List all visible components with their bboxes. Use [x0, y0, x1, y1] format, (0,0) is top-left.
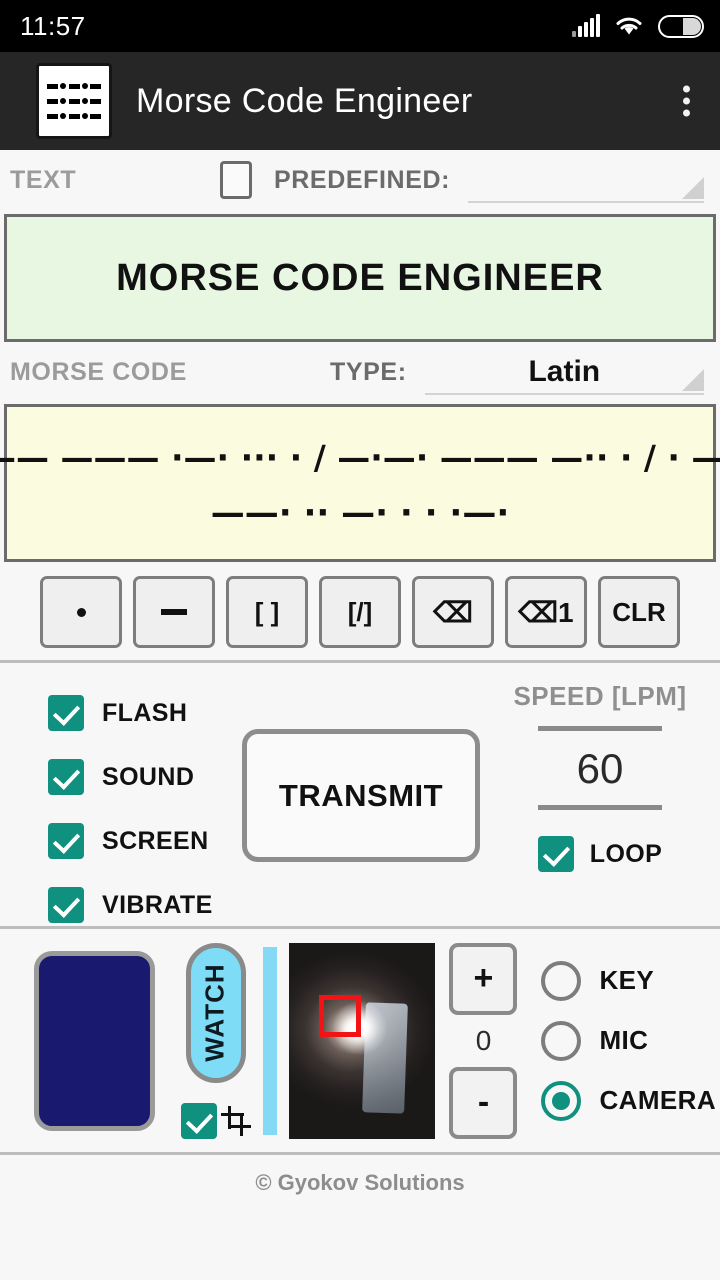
app-bar: Morse Code Engineer	[0, 52, 720, 150]
crop-row[interactable]	[180, 1102, 251, 1139]
vibrate-label: VIBRATE	[102, 890, 213, 919]
zoom-stepper: + 0 -	[449, 942, 518, 1139]
morse-line-1: —— ——— ·—· ··· · / —·—· ——— —·· · / · —·	[0, 437, 720, 477]
receiver-section: WATCH + 0 - KEY MIC CAMERA	[0, 929, 720, 1155]
key-label: KEY	[599, 965, 655, 995]
morse-grid-logo-icon	[36, 63, 112, 139]
crop-icon	[220, 1105, 251, 1136]
word-space-key[interactable]: [/]	[319, 576, 401, 648]
predefined-checkbox[interactable]	[220, 161, 252, 199]
transmit-area: TRANSMIT	[242, 675, 480, 916]
copyright-text: © Gyokov Solutions	[255, 1170, 465, 1195]
key-radio-row[interactable]: KEY	[541, 960, 716, 1001]
backspace-key[interactable]: ⌫	[412, 576, 494, 648]
morse-line-2: ——· ·· —· · · ·—·	[210, 493, 510, 533]
camera-radio-row[interactable]: CAMERA	[541, 1080, 716, 1121]
dash-key[interactable]	[133, 576, 215, 648]
type-spinner[interactable]: Latin	[424, 349, 704, 395]
sound-checkbox[interactable]	[48, 759, 84, 795]
text-label: TEXT	[10, 165, 77, 194]
speed-area: SPEED [LPM] 60 LOOP	[480, 675, 720, 916]
zoom-value: 0	[475, 1024, 492, 1056]
dot-key[interactable]	[40, 576, 122, 648]
screen-checkbox[interactable]	[48, 823, 84, 859]
text-input-box[interactable]: MORSE CODE ENGINEER	[4, 214, 716, 342]
predefined-spinner[interactable]	[468, 157, 704, 203]
dash-glyph-icon	[161, 609, 187, 615]
letter-space-key[interactable]: [ ]	[226, 576, 308, 648]
text-input-value: MORSE CODE ENGINEER	[116, 256, 604, 299]
zoom-decrease-button[interactable]: -	[449, 1066, 518, 1139]
flash-checkbox[interactable]	[48, 695, 84, 731]
transmit-button[interactable]: TRANSMIT	[242, 729, 480, 862]
status-clock: 11:57	[20, 10, 86, 41]
morse-keypad: [ ] [/] ⌫ ⌫1 CLR	[0, 562, 720, 663]
speed-value: 60	[576, 745, 624, 792]
speed-title: SPEED [LPM]	[513, 681, 687, 711]
overflow-menu-icon[interactable]	[675, 78, 698, 125]
camera-preview[interactable]	[289, 942, 436, 1139]
predefined-label: PREDEFINED:	[274, 165, 451, 194]
camera-label: CAMERA	[599, 1085, 716, 1115]
camera-selection-rect[interactable]	[319, 994, 362, 1037]
chevron-down-icon	[682, 177, 704, 199]
app-root: 11:57 Morse Code Engineer TEXT PREDEFINE…	[0, 0, 720, 1280]
loop-label: LOOP	[589, 839, 663, 868]
dot-glyph-icon	[76, 607, 86, 617]
loop-checkbox[interactable]	[537, 836, 574, 872]
watch-button[interactable]: WATCH	[185, 942, 246, 1083]
camera-radio[interactable]	[541, 1080, 582, 1121]
mic-label: MIC	[599, 1025, 649, 1055]
mic-radio[interactable]	[541, 1020, 582, 1061]
morse-row: MORSE CODE TYPE: Latin	[0, 342, 720, 402]
output-checkbox-group: FLASH SOUND SCREEN VIBRATE	[0, 675, 242, 923]
morse-code-box[interactable]: —— ——— ·—· ··· · / —·—· ——— —·· · / · —·…	[0, 404, 720, 562]
type-label: TYPE:	[330, 357, 407, 386]
type-value: Latin	[528, 355, 601, 388]
chevron-down-icon	[682, 369, 704, 391]
flash-label: FLASH	[102, 698, 188, 727]
flash-screen-panel[interactable]	[34, 950, 155, 1131]
watch-column: WATCH	[180, 942, 251, 1139]
zoom-increase-button[interactable]: +	[449, 942, 518, 1015]
screen-checkbox-row[interactable]: SCREEN	[48, 809, 242, 873]
status-icon-group	[572, 14, 704, 38]
watch-label: WATCH	[200, 963, 231, 1062]
vibrate-checkbox-row[interactable]: VIBRATE	[48, 873, 242, 937]
crop-checkbox[interactable]	[180, 1102, 217, 1139]
input-source-radio-group: KEY MIC CAMERA	[517, 960, 716, 1121]
backspace-one-key[interactable]: ⌫1	[505, 576, 587, 648]
options-section: FLASH SOUND SCREEN VIBRATE TRANSMIT SPEE…	[0, 663, 720, 929]
vibrate-checkbox[interactable]	[48, 887, 84, 923]
speed-number-picker[interactable]: 60	[538, 726, 662, 810]
sound-checkbox-row[interactable]: SOUND	[48, 745, 242, 809]
battery-icon	[658, 14, 704, 38]
flash-checkbox-row[interactable]: FLASH	[48, 681, 242, 745]
screen-label: SCREEN	[102, 826, 209, 855]
threshold-slider[interactable]	[262, 946, 278, 1135]
signal-bars-icon	[572, 14, 600, 37]
loop-checkbox-row[interactable]: LOOP	[537, 836, 663, 872]
footer: © Gyokov Solutions	[0, 1155, 720, 1211]
sound-label: SOUND	[102, 762, 195, 791]
wifi-icon	[616, 17, 642, 35]
speed-picker-bottom-divider	[538, 805, 662, 810]
status-bar: 11:57	[0, 0, 720, 52]
morse-code-label: MORSE CODE	[10, 357, 187, 386]
app-title: Morse Code Engineer	[136, 81, 473, 120]
key-radio[interactable]	[541, 960, 582, 1001]
text-row: TEXT PREDEFINED:	[0, 150, 720, 210]
clear-key[interactable]: CLR	[598, 576, 680, 648]
mic-radio-row[interactable]: MIC	[541, 1020, 716, 1061]
